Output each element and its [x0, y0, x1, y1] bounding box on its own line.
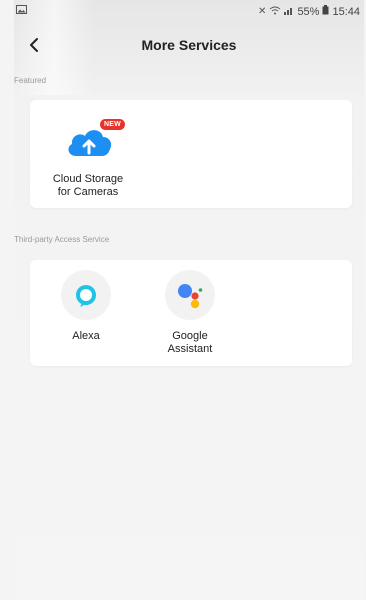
signal-icon [284, 6, 294, 18]
service-tile-google-assistant[interactable]: Google Assistant [140, 270, 240, 360]
mute-icon: ✕ [258, 6, 267, 17]
google-assistant-icon [165, 270, 215, 320]
service-label-line2: Assistant [167, 343, 213, 355]
service-label-alexa: Alexa [72, 330, 100, 342]
featured-card: NEW Cloud Storage for Cameras [30, 100, 352, 208]
battery-icon [322, 5, 329, 18]
service-label-line1: Cloud Storage [52, 173, 124, 185]
service-tile-alexa[interactable]: Alexa [36, 270, 136, 360]
new-badge: NEW [100, 119, 125, 130]
status-bar: ✕ 55% 15:44 [14, 0, 364, 22]
wifi-icon [269, 6, 281, 18]
screen: ✕ 55% 15:44 More Services Featured NEW C… [14, 0, 364, 600]
status-time: 15:44 [332, 5, 360, 18]
third-party-card: Alexa Google Assistant [30, 260, 352, 366]
service-tile-cloud-storage[interactable]: NEW Cloud Storage for Cameras [38, 100, 138, 208]
section-label-featured: Featured [14, 76, 47, 85]
page-title: More Services [141, 37, 237, 53]
top-bar: More Services [14, 30, 364, 62]
battery-percent: 55% [297, 5, 320, 18]
section-label-third-party: Third-party Access Service [14, 235, 110, 244]
alexa-icon [61, 270, 111, 320]
service-label-line1: Google [172, 330, 208, 342]
service-label-line2: for Cameras [57, 186, 119, 198]
image-icon [16, 5, 28, 15]
